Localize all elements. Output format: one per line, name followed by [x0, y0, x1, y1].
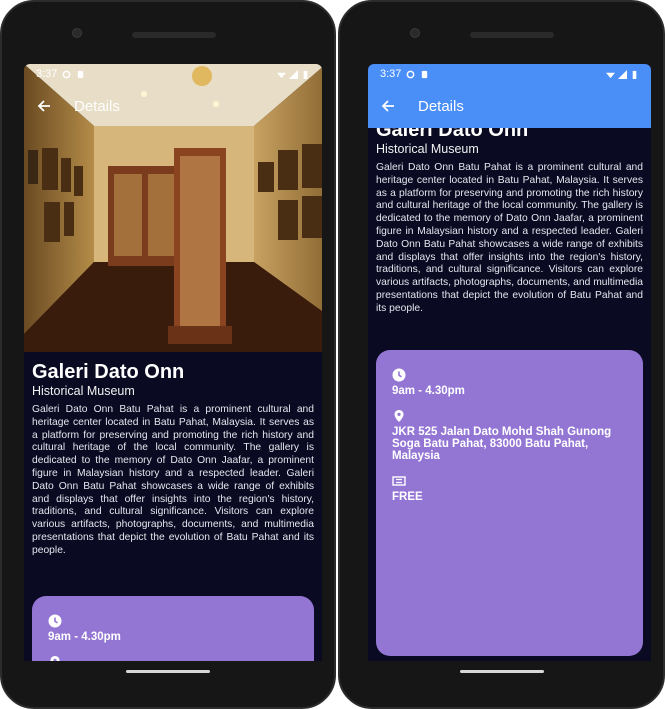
- battery-icon: [632, 70, 637, 79]
- earpiece-speaker: [132, 32, 216, 38]
- settings-status-icon: [407, 70, 415, 78]
- fee-row: FREE: [392, 474, 627, 503]
- sim-card-icon: [78, 70, 84, 78]
- app-bar-title: Details: [74, 97, 120, 115]
- details-body: Galeri Dato Onn Historical Museum Galeri…: [24, 360, 322, 558]
- status-bar: 3:37: [368, 64, 651, 84]
- phone-frame-right: 3:37 Details Galeri Dato Onn Historical …: [338, 0, 665, 709]
- details-body: Galeri Dato Onn Historical Museum Galeri…: [368, 118, 651, 316]
- phone-bezel-top: [340, 2, 663, 64]
- hours-text: 9am - 4.30pm: [392, 385, 465, 397]
- back-arrow-icon[interactable]: [36, 98, 52, 114]
- status-time: 3:37: [380, 68, 402, 80]
- place-title: Galeri Dato Onn: [32, 361, 185, 383]
- home-indicator[interactable]: [126, 670, 210, 673]
- hours-row: 9am - 4.30pm: [392, 368, 627, 397]
- clock-icon: [48, 614, 62, 628]
- status-time: 3:37: [36, 68, 58, 80]
- wifi-icon: [277, 72, 286, 78]
- screen-details-top: 3:37 Details Galeri Dato Onn Historical …: [24, 64, 322, 661]
- info-card: 9am - 4.30pm JKR 525 Jalan Dato Mohd Sha…: [376, 350, 643, 656]
- place-category: Historical Museum: [32, 384, 135, 398]
- battery-icon: [303, 70, 308, 79]
- phone-bezel-top: [2, 2, 334, 64]
- back-arrow-icon[interactable]: [380, 98, 396, 114]
- app-bar: Details: [368, 84, 651, 128]
- location-row: JKR 525 Jalan Dato Mohd Shah Gunong Soga…: [392, 409, 627, 462]
- info-card: 9am - 4.30pm: [32, 596, 314, 661]
- wifi-icon: [606, 72, 615, 78]
- earpiece-speaker: [470, 32, 554, 38]
- phone-frame-left: 3:37 Details Galeri Dato Onn Historical …: [0, 0, 336, 709]
- hours-text: 9am - 4.30pm: [48, 631, 121, 643]
- signal-icon: [289, 69, 298, 79]
- signal-icon: [618, 69, 627, 79]
- ticket-icon: [392, 476, 406, 486]
- screen-details-scrolled: 3:37 Details Galeri Dato Onn Historical …: [368, 64, 651, 661]
- clock-icon: [392, 368, 406, 382]
- app-bar: Details: [24, 92, 322, 120]
- place-category: Historical Museum: [376, 142, 479, 156]
- sim-card-icon: [422, 70, 428, 78]
- front-camera: [72, 28, 82, 38]
- place-description: Galeri Dato Onn Batu Pahat is a prominen…: [376, 162, 643, 314]
- fee-text: FREE: [392, 491, 423, 503]
- status-bar: 3:37: [24, 64, 322, 84]
- hours-row: 9am - 4.30pm: [48, 614, 298, 643]
- location-pin-icon: [50, 656, 60, 661]
- location-pin-icon: [394, 410, 404, 422]
- front-camera: [410, 28, 420, 38]
- settings-status-icon: [63, 70, 71, 78]
- home-indicator[interactable]: [459, 670, 544, 673]
- location-row: [48, 655, 298, 661]
- address-text: JKR 525 Jalan Dato Mohd Shah Gunong Soga…: [392, 426, 612, 462]
- app-bar-title: Details: [418, 97, 464, 115]
- place-description: Galeri Dato Onn Batu Pahat is a prominen…: [32, 404, 314, 556]
